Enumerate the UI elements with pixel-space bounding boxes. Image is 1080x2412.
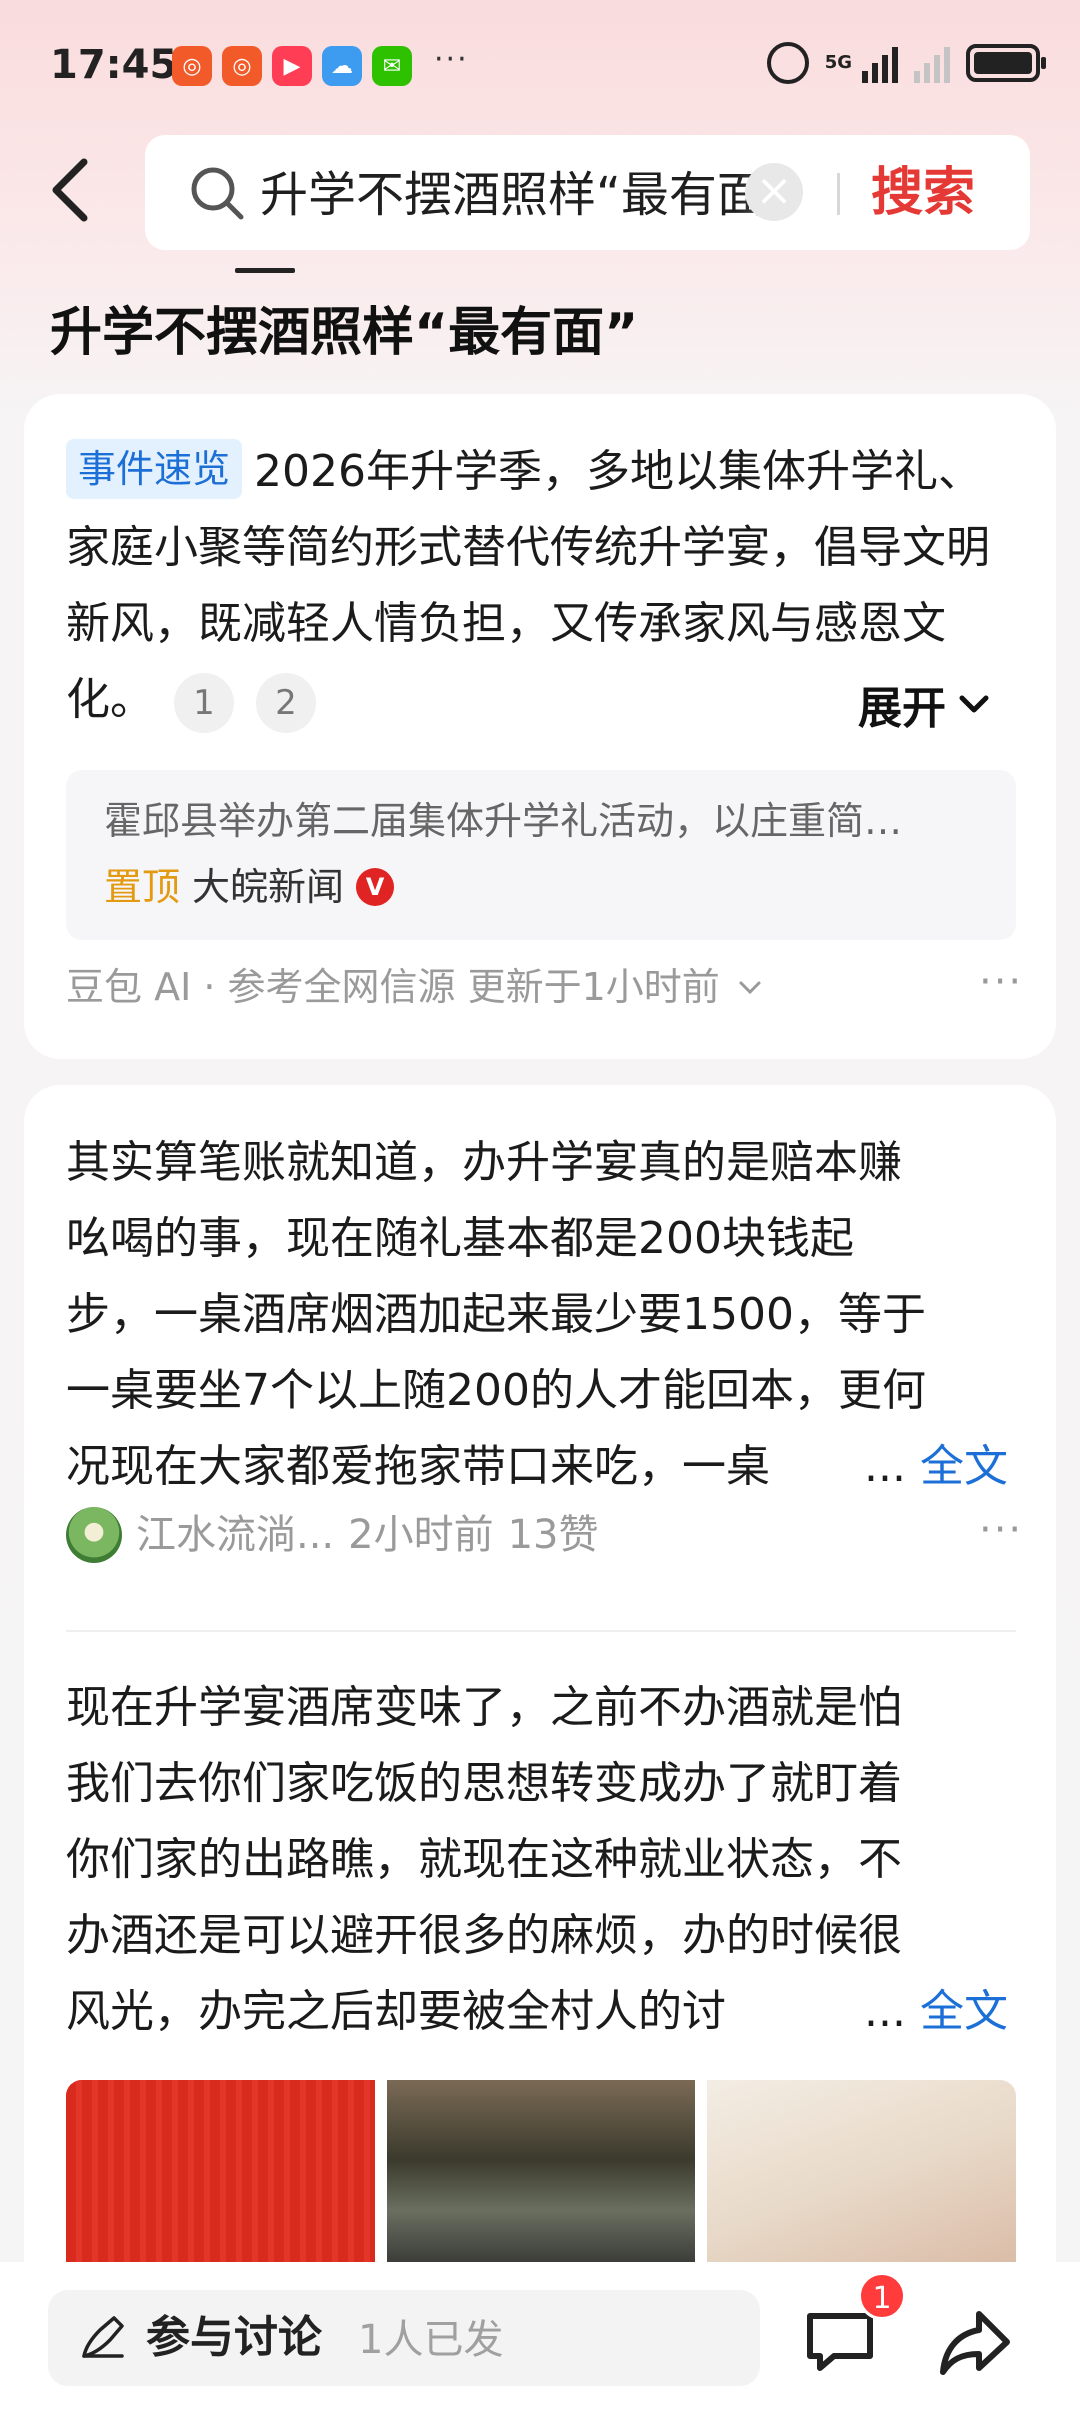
pen-icon bbox=[82, 2316, 124, 2358]
discuss-input[interactable]: 参与讨论 1人已发 bbox=[48, 2290, 760, 2386]
back-arrow-icon bbox=[52, 158, 88, 222]
post-image-grid bbox=[66, 2080, 1016, 2280]
source-media: 大皖新闻 bbox=[192, 865, 345, 909]
signal-icon-secondary bbox=[914, 43, 950, 83]
read-more[interactable]: ... 全文 bbox=[864, 1974, 1008, 2050]
kuaishou-icon-2: ◎ bbox=[222, 46, 262, 86]
post-line: 吆喝的事，现在随礼基本都是200块钱起 bbox=[66, 1213, 854, 1264]
source-title: 霍邱县举办第二届集体升学礼活动，以庄重简… bbox=[104, 799, 903, 843]
search-bar[interactable]: 升学不摆酒照样“最有面” × 搜索 bbox=[145, 135, 1030, 250]
search-button[interactable]: 搜索 bbox=[871, 163, 975, 223]
source-item[interactable]: 霍邱县举办第二届集体升学礼活动，以庄重简… 置顶 大皖新闻 V bbox=[66, 770, 1016, 940]
system-indicators: 5G bbox=[766, 42, 1046, 84]
citation-1[interactable]: 1 bbox=[174, 673, 234, 733]
ellipsis: ... bbox=[864, 1441, 906, 1492]
share-icon bbox=[940, 2311, 1010, 2375]
chevron-down-icon bbox=[739, 981, 761, 995]
post-line-text: 况现在大家都爱拖家带口来吃，一桌 bbox=[66, 1441, 770, 1492]
expand-label: 展开 bbox=[858, 683, 946, 734]
network-type: 5G bbox=[824, 52, 852, 73]
post-line: 办酒还是可以避开很多的麻烦，办的时候很 bbox=[66, 1910, 902, 1961]
post-image[interactable] bbox=[66, 2080, 375, 2280]
post-line: 风光，办完之后却要被全村人的讨 ... 全文 bbox=[66, 1974, 1026, 2050]
pinned-label: 置顶 bbox=[104, 865, 181, 909]
post-text[interactable]: 现在升学宴酒席变味了，之前不办酒就是怕 我们去你们家吃饭的思想转变成办了就盯着 … bbox=[66, 1670, 1026, 2050]
discuss-count: 1人已发 bbox=[358, 2317, 504, 2363]
avatar[interactable] bbox=[66, 1507, 122, 1563]
read-more[interactable]: ... 全文 bbox=[864, 1429, 1008, 1505]
citation-2[interactable]: 2 bbox=[256, 673, 316, 733]
post-line: 现在升学宴酒席变味了，之前不办酒就是怕 bbox=[66, 1682, 902, 1733]
posts-card: 其实算笔账就知道，办升学宴真的是赔本赚 吆喝的事，现在随礼基本都是200块钱起 … bbox=[24, 1085, 1056, 2412]
event-tag: 事件速览 bbox=[66, 439, 243, 499]
kuaishou-icon: ◎ bbox=[172, 46, 212, 86]
post-image[interactable] bbox=[386, 2080, 696, 2280]
post-line: 其实算笔账就知道，办升学宴真的是赔本赚 bbox=[66, 1137, 902, 1188]
post-line: 步，一桌酒席烟酒加起来最少要1500，等于 bbox=[66, 1289, 926, 1340]
search-icon bbox=[191, 167, 244, 220]
tab-indicator bbox=[235, 268, 295, 273]
page-title: 升学不摆酒照样“最有面” bbox=[50, 303, 639, 363]
discuss-label: 参与讨论 bbox=[146, 2312, 322, 2363]
divider bbox=[66, 1630, 1016, 1632]
status-bar: 17:45 ◎ ◎ ▶ ☁ ✉ ··· 5G bbox=[0, 0, 1080, 130]
ai-footer-text: 豆包 AI · 参考全网信源 更新于1小时前 bbox=[66, 965, 720, 1009]
source-meta: 置顶 大皖新闻 V bbox=[104, 858, 395, 916]
expand-button[interactable]: 展开 bbox=[858, 672, 996, 736]
post-text[interactable]: 其实算笔账就知道，办升学宴真的是赔本赚 吆喝的事，现在随礼基本都是200块钱起 … bbox=[66, 1125, 1026, 1505]
full-text-link[interactable]: 全文 bbox=[920, 1986, 1008, 2037]
post-line: 我们去你们家吃饭的思想转变成办了就盯着 bbox=[66, 1758, 902, 1809]
post-line: 你们家的出路瞧，就现在这种就业状态，不 bbox=[66, 1834, 902, 1885]
weather-icon: ☁ bbox=[322, 46, 362, 86]
post-time: 2小时前 bbox=[348, 1512, 494, 1558]
signal-icon bbox=[862, 43, 898, 83]
notification-icons: ◎ ◎ ▶ ☁ ✉ bbox=[172, 46, 412, 86]
comment-badge: 1 bbox=[858, 2272, 906, 2320]
full-text-link[interactable]: 全文 bbox=[920, 1441, 1008, 1492]
battery-icon bbox=[966, 44, 1046, 82]
back-button[interactable] bbox=[42, 150, 102, 230]
wechat-icon: ✉ bbox=[372, 46, 412, 86]
post-author-meta: 江水流淌... 2小时前 13赞 bbox=[66, 1505, 599, 1565]
chevron-down-icon bbox=[959, 695, 989, 713]
share-button[interactable] bbox=[935, 2302, 1015, 2382]
clear-search-button[interactable]: × bbox=[745, 163, 803, 221]
post-line: 况现在大家都爱拖家带口来吃，一桌 ... 全文 bbox=[66, 1429, 1026, 1505]
verified-icon: V bbox=[356, 868, 395, 906]
more-options-icon[interactable]: ··· bbox=[979, 959, 1023, 1005]
like-count: 13赞 bbox=[507, 1512, 599, 1558]
divider bbox=[837, 173, 840, 215]
author-name[interactable]: 江水流淌... bbox=[136, 1505, 334, 1565]
post-line-text: 风光，办完之后却要被全村人的讨 bbox=[66, 1986, 726, 2037]
more-options-icon[interactable]: ··· bbox=[979, 1507, 1023, 1553]
bottom-bar: 参与讨论 1人已发 bbox=[0, 2262, 1080, 2412]
video-app-icon: ▶ bbox=[272, 46, 312, 86]
post-image[interactable] bbox=[707, 2080, 1016, 2280]
summary-card: 事件速览 2026年升学季，多地以集体升学礼、家庭小聚等简约形式替代传统升学宴，倡… bbox=[24, 394, 1056, 1059]
alarm-icon bbox=[766, 42, 809, 84]
more-notifications-icon: ··· bbox=[434, 42, 469, 77]
ellipsis: ... bbox=[864, 1986, 906, 2037]
clock: 17:45 bbox=[50, 42, 178, 88]
post-line: 一桌要坐7个以上随200的人才能回本，更何 bbox=[66, 1365, 926, 1416]
ai-footer[interactable]: 豆包 AI · 参考全网信源 更新于1小时前 bbox=[66, 959, 766, 1015]
